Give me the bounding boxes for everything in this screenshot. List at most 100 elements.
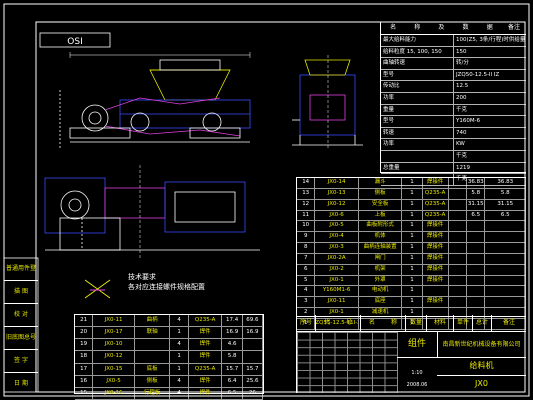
machine-front-view: [59, 52, 251, 150]
parts-cell: 焊件: [189, 387, 223, 399]
spec-header-cell: 数: [462, 24, 469, 31]
parts-cell: 15: [75, 387, 94, 399]
parts-cell: 21: [75, 315, 94, 327]
parts-cell: 机体: [359, 232, 403, 243]
parts-cell: 3: [297, 297, 316, 308]
parts-cell: JX0-12: [315, 199, 359, 210]
parts-cell: [485, 243, 527, 253]
parts-cell: JX0-2A: [315, 253, 359, 264]
parts-cell: 5.8: [467, 188, 486, 199]
title-code: JX0: [475, 379, 488, 388]
spec-rows: 最大给料能力 100(Z5, 3条/行程)时供给量 给料粒度 15, 100, 15…: [381, 35, 526, 186]
parts-cell: 16.9: [243, 327, 263, 339]
parts-header-cell: 号: [338, 315, 361, 331]
parts-cell: JX0-13: [315, 188, 359, 199]
spec-label: 型号: [381, 69, 454, 81]
parts-cell: Q235-A: [189, 363, 223, 375]
machine-plan-view: [44, 165, 260, 258]
parts-cell: [485, 297, 527, 308]
tech-note: 技术要求 各对应连接螺件规格配置: [128, 272, 205, 292]
parts-cell: JX0-5: [315, 221, 359, 232]
parts-cell: 17.4: [222, 315, 243, 327]
parts-cell: 9: [297, 232, 316, 243]
parts-cell: 1: [170, 327, 189, 339]
title-date: 2008.06: [406, 382, 428, 388]
spec-row: 最大给料能力 100(Z5, 3条/行程)时供给量: [381, 35, 526, 47]
parts-cell: 焊件: [189, 339, 223, 351]
spec-header-cell: 名: [390, 24, 397, 31]
parts-cell: [423, 286, 449, 297]
parts-cell: [449, 297, 468, 308]
parts-cell: 4: [170, 315, 189, 327]
parts-row: 16 JX0-5 侧板 4 焊件 6.4 25.6: [75, 375, 263, 388]
parts-cell: 5: [297, 275, 316, 286]
parts-cell: 1: [402, 275, 423, 286]
parts-row: 10 JX0-5 曲板附形式 1 焊接件: [297, 221, 527, 233]
parts-cell: JX0-11: [93, 315, 135, 327]
parts-row: 13 JX0-13 侧板 1 Q235-A 5.8 5.8: [297, 188, 527, 200]
spec-label: 重量: [381, 104, 454, 116]
parts-cell: [449, 264, 468, 275]
spec-label: 总重量: [381, 162, 454, 174]
spec-row: 功率 KW: [381, 139, 526, 152]
spec-row: 型号 JZQ50-12.5-II IZ: [381, 69, 526, 82]
parts-cell: 曲柄连轴装置: [359, 243, 403, 253]
parts-cell: [449, 178, 468, 188]
parts-cell: 1: [402, 178, 423, 188]
parts-cell: 4.6: [222, 339, 243, 351]
spec-label: 型号: [381, 116, 454, 127]
title-drawing-name: 给料机: [437, 357, 526, 376]
spec-value: 1219: [456, 164, 470, 171]
parts-cell: 上板: [359, 210, 403, 221]
parts-row: 8 JX0-3 曲柄连轴装置 1 焊接件: [297, 243, 527, 254]
parts-cell: 安全板: [359, 199, 403, 210]
spec-row: 给料粒度 15, 100, 150 150: [381, 46, 526, 59]
strip-label: 日 期: [14, 380, 28, 387]
parts-cell: 15.7: [243, 363, 263, 375]
title-left-grid: [297, 332, 398, 393]
parts-cell: 4: [170, 339, 189, 351]
parts-row: 6 JX0-2 机架 1 焊接件: [297, 264, 527, 276]
parts-row: 12 JX0-12 安全板 1 Q235-A 31.15 31.15: [297, 199, 527, 211]
parts-cell: 焊接件: [423, 297, 449, 308]
parts-cell: 漏斗: [359, 178, 403, 188]
parts-cell: Q235-A: [189, 315, 223, 327]
parts-cell: [449, 232, 468, 243]
parts-cell: 1: [170, 363, 189, 375]
parts-row: 19 JX0-10 4 焊件 4.6: [75, 339, 263, 352]
tech-note-title: 技术要求: [128, 273, 156, 281]
parts-cell: 5.8: [222, 351, 243, 363]
parts-cell: [485, 275, 527, 286]
spec-header-cell: 及: [438, 24, 445, 31]
parts-cell: 20: [75, 327, 94, 339]
parts-cell: JX0-14: [315, 178, 359, 188]
parts-header-cell: 单件: [454, 315, 473, 331]
parts-cell: 侧板: [135, 375, 171, 387]
parts-cell: 机架: [359, 264, 403, 275]
parts-cell: [449, 286, 468, 297]
parts-cell: [485, 221, 527, 232]
parts-header-cell: 总计: [473, 315, 492, 331]
parts-cell: [135, 351, 171, 363]
parts-cell: Q235-A: [423, 199, 449, 210]
parts-cell: 4: [297, 286, 316, 297]
parts-cell: [467, 253, 486, 264]
parts-cell: 焊件: [189, 351, 223, 363]
spec-value: JZQ50-12.5-II IZ: [456, 71, 500, 78]
parts-cell: [485, 232, 527, 243]
spec-row: 曲轴转速 转/分: [381, 58, 526, 70]
parts-cell: 闸门: [359, 253, 403, 264]
spec-row: 千克: [381, 151, 526, 163]
parts-cell: [449, 243, 468, 253]
parts-cell: 1: [402, 264, 423, 275]
parts-cell: 底板: [135, 363, 171, 375]
parts-row: 3 JX0-11 底座 1 焊接件: [297, 297, 527, 309]
parts-cell: [467, 243, 486, 253]
parts-list-right: 14 JX0-14 漏斗 1 焊接件 36.83 36.83 13 JX0-13 侧板 1 Q235-…: [296, 177, 527, 330]
spec-row: 总重量 1219: [381, 162, 526, 175]
spec-row: 重量 千克: [381, 104, 526, 117]
parts-cell: 31.15: [467, 199, 486, 210]
spec-value: 转/分: [456, 60, 469, 67]
parts-cell: 13: [297, 188, 316, 199]
parts-cell: 4: [170, 387, 189, 399]
